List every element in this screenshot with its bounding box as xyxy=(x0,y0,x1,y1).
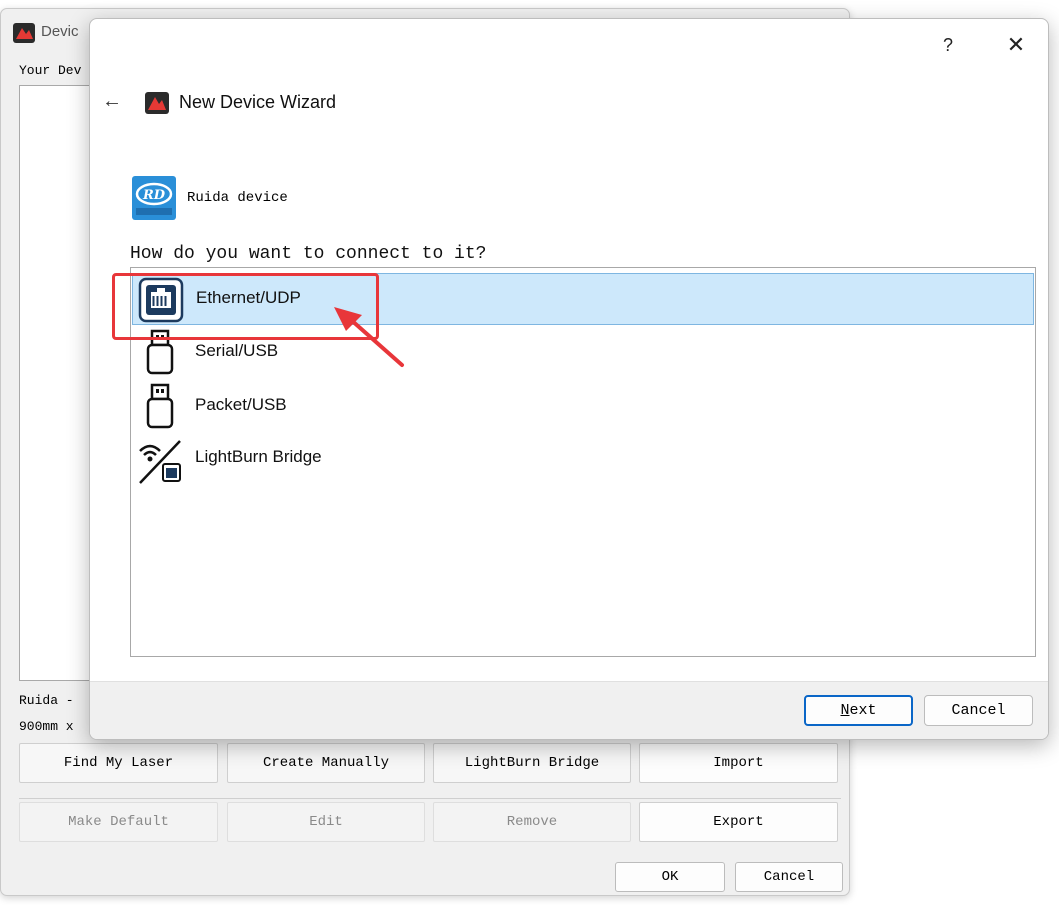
usb-plug-icon xyxy=(146,383,174,429)
export-button[interactable]: Export xyxy=(639,802,838,842)
back-arrow-icon[interactable]: ← xyxy=(100,89,124,113)
close-button[interactable]: ✕ xyxy=(1002,31,1030,59)
lightburn-logo-icon xyxy=(13,23,35,43)
new-device-wizard-dialog: ? ✕ ← New Device Wizard RD Ruida device … xyxy=(89,18,1049,740)
option-label: LightBurn Bridge xyxy=(195,447,322,466)
option-label: Serial/USB xyxy=(195,341,279,360)
option-packet-usb[interactable]: Packet/USB xyxy=(132,381,1034,433)
option-label: Packet/USB xyxy=(195,395,287,414)
option-lightburn-bridge[interactable]: LightBurn Bridge xyxy=(132,435,1034,487)
your-devices-label: Your Dev xyxy=(19,63,82,78)
device-type-label: Ruida device xyxy=(187,190,288,206)
wizard-title: New Device Wizard xyxy=(179,92,337,112)
help-button[interactable]: ? xyxy=(936,33,960,57)
import-button[interactable]: Import xyxy=(639,743,838,783)
devices-cancel-button[interactable]: Cancel xyxy=(735,862,843,892)
make-default-button[interactable]: Make Default xyxy=(19,802,218,842)
edit-button[interactable]: Edit xyxy=(227,802,425,842)
annotation-arrow xyxy=(334,307,404,367)
ok-button[interactable]: OK xyxy=(615,862,725,892)
selected-device-name: Ruida - xyxy=(19,693,74,708)
wifi-bridge-icon xyxy=(139,440,181,484)
devices-window-title: Devic xyxy=(41,23,79,40)
connection-question: How do you want to connect to it? xyxy=(130,244,487,264)
cancel-button[interactable]: Cancel xyxy=(924,695,1033,726)
selected-device-size: 900mm x xyxy=(19,719,74,734)
create-manually-button[interactable]: Create Manually xyxy=(227,743,425,783)
lightburn-logo-icon xyxy=(145,92,169,114)
svg-text:RD: RD xyxy=(142,188,166,203)
find-my-laser-button[interactable]: Find My Laser xyxy=(19,743,218,783)
divider xyxy=(19,798,841,799)
next-button[interactable]: Next xyxy=(804,695,913,726)
device-list[interactable] xyxy=(19,85,95,681)
lightburn-bridge-button[interactable]: LightBurn Bridge xyxy=(433,743,631,783)
next-button-label: Next xyxy=(840,702,877,719)
ruida-logo-icon: RD xyxy=(132,176,176,220)
remove-button[interactable]: Remove xyxy=(433,802,631,842)
